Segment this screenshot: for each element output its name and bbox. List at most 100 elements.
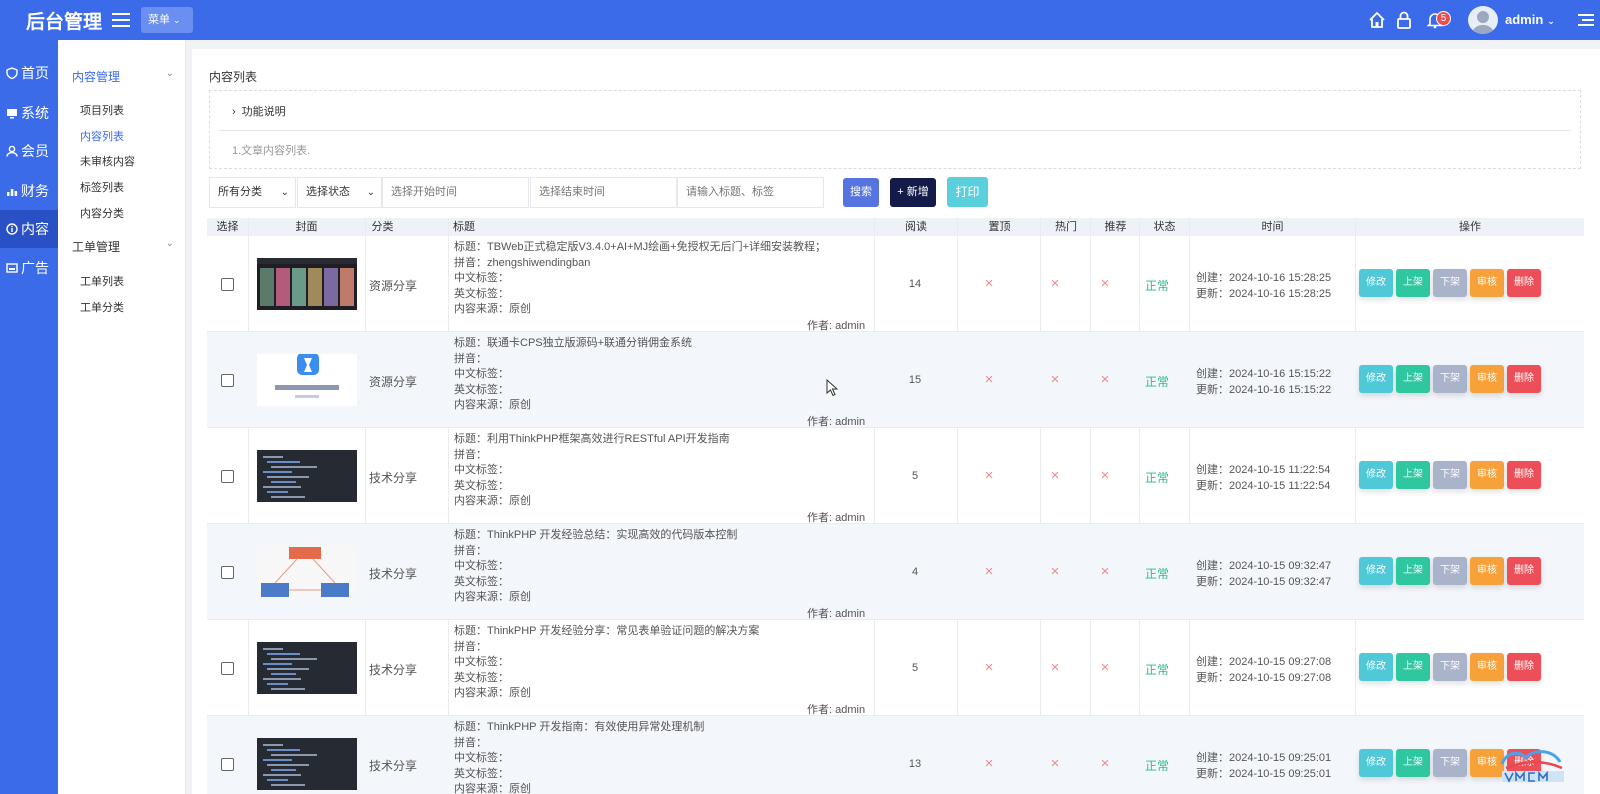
subnav-group-content[interactable]: 内容管理 ⌄ — [72, 68, 184, 85]
subnav-item-tags[interactable]: 标签列表 — [80, 179, 124, 195]
recommend-flag-icon[interactable]: × — [1095, 659, 1115, 676]
more-menu-icon[interactable] — [1578, 13, 1594, 27]
subnav-item-categories[interactable]: 内容分类 — [80, 205, 124, 221]
row-created-time: 创建：2024-10-15 09:32:47 — [1196, 560, 1332, 572]
edit-button[interactable]: 修改 — [1359, 653, 1393, 681]
menu-dropdown-button[interactable]: 菜单 ⌄ — [141, 7, 193, 33]
keyword-input[interactable]: 请输入标题、标签 — [677, 177, 824, 208]
lock-icon[interactable] — [1395, 11, 1413, 29]
publish-button[interactable]: 上架 — [1396, 269, 1430, 297]
category-select[interactable]: 所有分类 ⌄ — [209, 177, 296, 208]
hot-flag-icon[interactable]: × — [1045, 755, 1065, 772]
title-line: 标题：TBWeb正式稳定版V3.4.0+AI+MJ绘画+免授权无后门+详细安装教… — [454, 241, 827, 253]
info-circle-icon — [6, 223, 18, 235]
delete-button[interactable]: 删除 — [1507, 269, 1541, 297]
publish-button[interactable]: 上架 — [1396, 653, 1430, 681]
edit-button[interactable]: 修改 — [1359, 749, 1393, 777]
nav-system[interactable]: 系统 — [0, 94, 58, 132]
review-button[interactable]: 审核 — [1470, 365, 1504, 393]
recommend-flag-icon[interactable]: × — [1095, 755, 1115, 772]
subnav-item-content-list[interactable]: 内容列表 — [80, 128, 124, 144]
unpublish-button[interactable]: 下架 — [1433, 557, 1467, 585]
title-line: 内容来源：原创 — [454, 687, 531, 699]
status-badge: 正常 — [1144, 567, 1169, 581]
publish-button[interactable]: 上架 — [1396, 557, 1430, 585]
row-checkbox[interactable] — [221, 374, 234, 387]
recommend-flag-icon[interactable]: × — [1095, 371, 1115, 388]
row-checkbox[interactable] — [221, 758, 234, 771]
subnav-item-ticket-categories[interactable]: 工单分类 — [80, 299, 124, 315]
hot-flag-icon[interactable]: × — [1045, 467, 1065, 484]
top-flag-icon[interactable]: × — [979, 275, 999, 292]
title-line: 标题：ThinkPHP 开发指南：有效使用异常处理机制 — [454, 721, 705, 733]
recommend-flag-icon[interactable]: × — [1095, 563, 1115, 580]
subnav-item-unreviewed[interactable]: 未审核内容 — [80, 153, 135, 169]
th-category: 分类 — [371, 221, 394, 233]
unpublish-button[interactable]: 下架 — [1433, 269, 1467, 297]
user-menu[interactable]: admin ⌄ — [1505, 12, 1555, 27]
unpublish-button[interactable]: 下架 — [1433, 461, 1467, 489]
hot-flag-icon[interactable]: × — [1045, 275, 1065, 292]
recommend-flag-icon[interactable]: × — [1095, 467, 1115, 484]
top-flag-icon[interactable]: × — [979, 563, 999, 580]
nav-content[interactable]: 内容 — [0, 210, 58, 248]
review-button[interactable]: 审核 — [1470, 653, 1504, 681]
status-select[interactable]: 选择状态 ⌄ — [297, 177, 382, 208]
end-time-input[interactable]: 选择结束时间 — [530, 177, 677, 208]
publish-button[interactable]: 上架 — [1396, 749, 1430, 777]
delete-button[interactable]: 删除 — [1507, 557, 1541, 585]
subnav-group-tickets[interactable]: 工单管理 ⌄ — [72, 238, 184, 255]
nav-home-label: 首页 — [21, 65, 49, 81]
start-time-input[interactable]: 选择开始时间 — [382, 177, 529, 208]
row-checkbox[interactable] — [221, 470, 234, 483]
home-icon[interactable] — [1368, 11, 1386, 29]
review-button[interactable]: 审核 — [1470, 557, 1504, 585]
edit-button[interactable]: 修改 — [1359, 557, 1393, 585]
th-time: 时间 — [1261, 221, 1284, 233]
row-created-time: 创建：2024-10-16 15:15:22 — [1196, 368, 1332, 380]
edit-button[interactable]: 修改 — [1359, 365, 1393, 393]
hot-flag-icon[interactable]: × — [1045, 659, 1065, 676]
edit-button[interactable]: 修改 — [1359, 269, 1393, 297]
search-button[interactable]: 搜索 — [843, 178, 879, 207]
unpublish-button[interactable]: 下架 — [1433, 653, 1467, 681]
subnav-item-projects[interactable]: 项目列表 — [80, 102, 124, 118]
top-flag-icon[interactable]: × — [979, 659, 999, 676]
top-flag-icon[interactable]: × — [979, 755, 999, 772]
review-button[interactable]: 审核 — [1470, 461, 1504, 489]
edit-button[interactable]: 修改 — [1359, 461, 1393, 489]
publish-button[interactable]: 上架 — [1396, 365, 1430, 393]
nav-ads[interactable]: 广告 — [0, 249, 58, 287]
info-panel-toggle[interactable]: › 功能说明 — [232, 103, 286, 119]
nav-member[interactable]: 会员 — [0, 132, 58, 170]
unpublish-button[interactable]: 下架 — [1433, 749, 1467, 777]
review-button[interactable]: 审核 — [1470, 269, 1504, 297]
top-flag-icon[interactable]: × — [979, 371, 999, 388]
table-row: 技术分享 标题：ThinkPHP 开发经验分享：常见表单验证问题的解决方案 拼音： 中… — [207, 620, 1584, 716]
row-checkbox[interactable] — [221, 278, 234, 291]
title-line: 中文标签： — [454, 272, 509, 284]
hot-flag-icon[interactable]: × — [1045, 563, 1065, 580]
delete-button[interactable]: 删除 — [1507, 653, 1541, 681]
hot-flag-icon[interactable]: × — [1045, 371, 1065, 388]
th-top: 置顶 — [988, 221, 1011, 233]
divider — [219, 130, 1571, 131]
hamburger-menu-icon[interactable] — [112, 13, 130, 27]
row-checkbox[interactable] — [221, 662, 234, 675]
nav-finance[interactable]: 财务 — [0, 172, 58, 210]
row-checkbox[interactable] — [221, 566, 234, 579]
delete-button[interactable]: 删除 — [1507, 461, 1541, 489]
row-created-time: 创建：2024-10-15 11:22:54 — [1196, 464, 1331, 476]
delete-button[interactable]: 删除 — [1507, 365, 1541, 393]
recommend-flag-icon[interactable]: × — [1095, 275, 1115, 292]
top-flag-icon[interactable]: × — [979, 467, 999, 484]
publish-button[interactable]: 上架 — [1396, 461, 1430, 489]
row-updated-time: 更新：2024-10-15 11:22:54 — [1196, 480, 1331, 492]
nav-home[interactable]: 首页 — [0, 54, 58, 92]
row-author: 作者: admin — [807, 416, 866, 428]
unpublish-button[interactable]: 下架 — [1433, 365, 1467, 393]
print-button[interactable]: 打印 — [947, 177, 988, 207]
avatar[interactable] — [1468, 6, 1498, 34]
subnav-item-ticket-list[interactable]: 工单列表 — [80, 273, 124, 289]
add-button[interactable]: + 新增 — [890, 178, 936, 207]
